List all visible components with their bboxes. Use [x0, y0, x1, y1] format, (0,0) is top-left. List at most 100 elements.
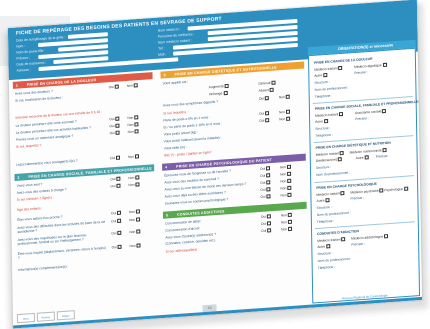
checkbox-box[interactable]: [223, 91, 228, 96]
no-checkbox[interactable]: Non: [129, 229, 141, 234]
checkbox-box[interactable]: [341, 237, 346, 242]
checkbox-box[interactable]: [266, 173, 271, 178]
checkbox-box[interactable]: [271, 80, 276, 85]
checkbox-box[interactable]: [116, 155, 121, 160]
checkbox-box[interactable]: [266, 180, 271, 185]
no-checkbox[interactable]: Non: [279, 110, 291, 114]
checkbox-box[interactable]: [135, 175, 140, 180]
checkbox-box[interactable]: [116, 176, 121, 181]
checkbox-box[interactable]: [269, 88, 274, 92]
no-checkbox[interactable]: Non: [280, 186, 292, 191]
checkbox-box[interactable]: [286, 110, 291, 114]
checkbox-box[interactable]: [117, 219, 122, 223]
checkbox-box[interactable]: [266, 187, 271, 192]
yes-checkbox[interactable]: Oui: [110, 155, 121, 160]
checkbox-box[interactable]: [338, 157, 343, 162]
option-checkbox[interactable]: Augmenté: [209, 84, 229, 89]
checkbox-box[interactable]: [134, 122, 139, 127]
yes-checkbox[interactable]: Oui: [259, 111, 270, 116]
checkbox-box[interactable]: [382, 109, 387, 114]
checkbox-box[interactable]: [404, 186, 409, 191]
yes-checkbox[interactable]: Oui: [111, 211, 122, 215]
checkbox-box[interactable]: [117, 245, 122, 249]
checkbox-box[interactable]: [287, 172, 292, 176]
no-checkbox[interactable]: Non: [279, 94, 290, 99]
yes-checkbox[interactable]: Oui: [110, 176, 121, 181]
checkbox-box[interactable]: [114, 84, 119, 89]
checkbox-box[interactable]: [134, 115, 139, 120]
no-checkbox[interactable]: Non: [280, 165, 292, 169]
checkbox-box[interactable]: [136, 243, 141, 248]
no-checkbox[interactable]: Non: [128, 175, 140, 180]
yes-checkbox[interactable]: Oui: [110, 184, 121, 188]
checkbox-box[interactable]: [384, 234, 389, 239]
checkbox-box[interactable]: [267, 221, 272, 226]
no-checkbox[interactable]: Non: [127, 115, 139, 120]
no-checkbox[interactable]: Non: [128, 129, 139, 134]
checkbox-box[interactable]: [339, 112, 344, 117]
no-checkbox[interactable]: Non: [281, 213, 292, 218]
checkbox-box[interactable]: [287, 179, 292, 183]
checkbox-box[interactable]: [265, 118, 270, 123]
checkbox-box[interactable]: [266, 194, 271, 199]
yes-checkbox[interactable]: Oui: [260, 187, 271, 192]
checkbox-box[interactable]: [264, 96, 269, 101]
yes-checkbox[interactable]: Oui: [109, 124, 120, 128]
checkbox-box[interactable]: [379, 188, 384, 193]
checkbox-box[interactable]: [382, 63, 387, 67]
no-checkbox[interactable]: Non: [129, 217, 141, 222]
no-checkbox[interactable]: Non: [280, 193, 292, 198]
yes-checkbox[interactable]: Oui: [261, 221, 272, 226]
checkbox-box[interactable]: [340, 191, 345, 196]
checkbox-box[interactable]: [286, 165, 292, 169]
no-checkbox[interactable]: Non: [128, 154, 140, 159]
checkbox-box[interactable]: [224, 84, 229, 89]
checkbox-box[interactable]: [115, 116, 120, 121]
checkbox-box[interactable]: [338, 66, 343, 71]
no-checkbox[interactable]: Non: [127, 122, 139, 127]
checkbox-box[interactable]: [265, 111, 270, 116]
checkbox-box[interactable]: [364, 155, 369, 160]
checkbox-box[interactable]: [286, 117, 291, 121]
checkbox-box[interactable]: [285, 94, 290, 99]
checkbox-box[interactable]: [136, 229, 141, 234]
checkbox-box[interactable]: [340, 151, 345, 156]
option-checkbox[interactable]: Absent: [259, 88, 274, 93]
checkbox-box[interactable]: [325, 198, 330, 203]
checkbox-box[interactable]: [323, 119, 329, 124]
yes-checkbox[interactable]: Oui: [261, 214, 272, 219]
yes-checkbox[interactable]: Oui: [260, 194, 271, 199]
option-checkbox[interactable]: Inchangé: [209, 91, 228, 96]
no-checkbox[interactable]: Non: [127, 83, 138, 88]
no-checkbox[interactable]: Non: [281, 220, 293, 225]
no-checkbox[interactable]: Non: [280, 172, 292, 176]
checkbox-box[interactable]: [287, 213, 292, 217]
no-checkbox[interactable]: Non: [130, 243, 141, 248]
checkbox-box[interactable]: [287, 220, 293, 224]
checkbox-box[interactable]: [266, 166, 271, 171]
checkbox-box[interactable]: [117, 231, 122, 235]
no-checkbox[interactable]: Non: [281, 227, 293, 232]
yes-checkbox[interactable]: Oui: [110, 130, 120, 135]
checkbox-box[interactable]: [287, 193, 292, 197]
no-checkbox[interactable]: Non: [280, 179, 292, 183]
checkbox-box[interactable]: [133, 83, 138, 88]
no-checkbox[interactable]: Non: [129, 209, 141, 214]
checkbox-box[interactable]: [267, 228, 272, 233]
checkbox-box[interactable]: [136, 217, 141, 222]
no-checkbox[interactable]: Non: [128, 182, 140, 187]
yes-checkbox[interactable]: Oui: [260, 166, 271, 171]
checkbox-box[interactable]: [135, 182, 140, 187]
yes-checkbox[interactable]: Oui: [260, 173, 271, 178]
checkbox-box[interactable]: [116, 184, 121, 188]
checkbox-box[interactable]: [382, 148, 387, 153]
checkbox-box[interactable]: [326, 244, 331, 249]
option-checkbox[interactable]: Diminué: [259, 81, 276, 86]
checkbox-box[interactable]: [287, 186, 292, 190]
checkbox-box[interactable]: [266, 214, 272, 219]
yes-checkbox[interactable]: Oui: [109, 116, 120, 121]
yes-checkbox[interactable]: Oui: [260, 180, 271, 185]
checkbox-box[interactable]: [288, 227, 293, 231]
checkbox-box[interactable]: [115, 130, 120, 135]
yes-checkbox[interactable]: Oui: [261, 228, 272, 233]
